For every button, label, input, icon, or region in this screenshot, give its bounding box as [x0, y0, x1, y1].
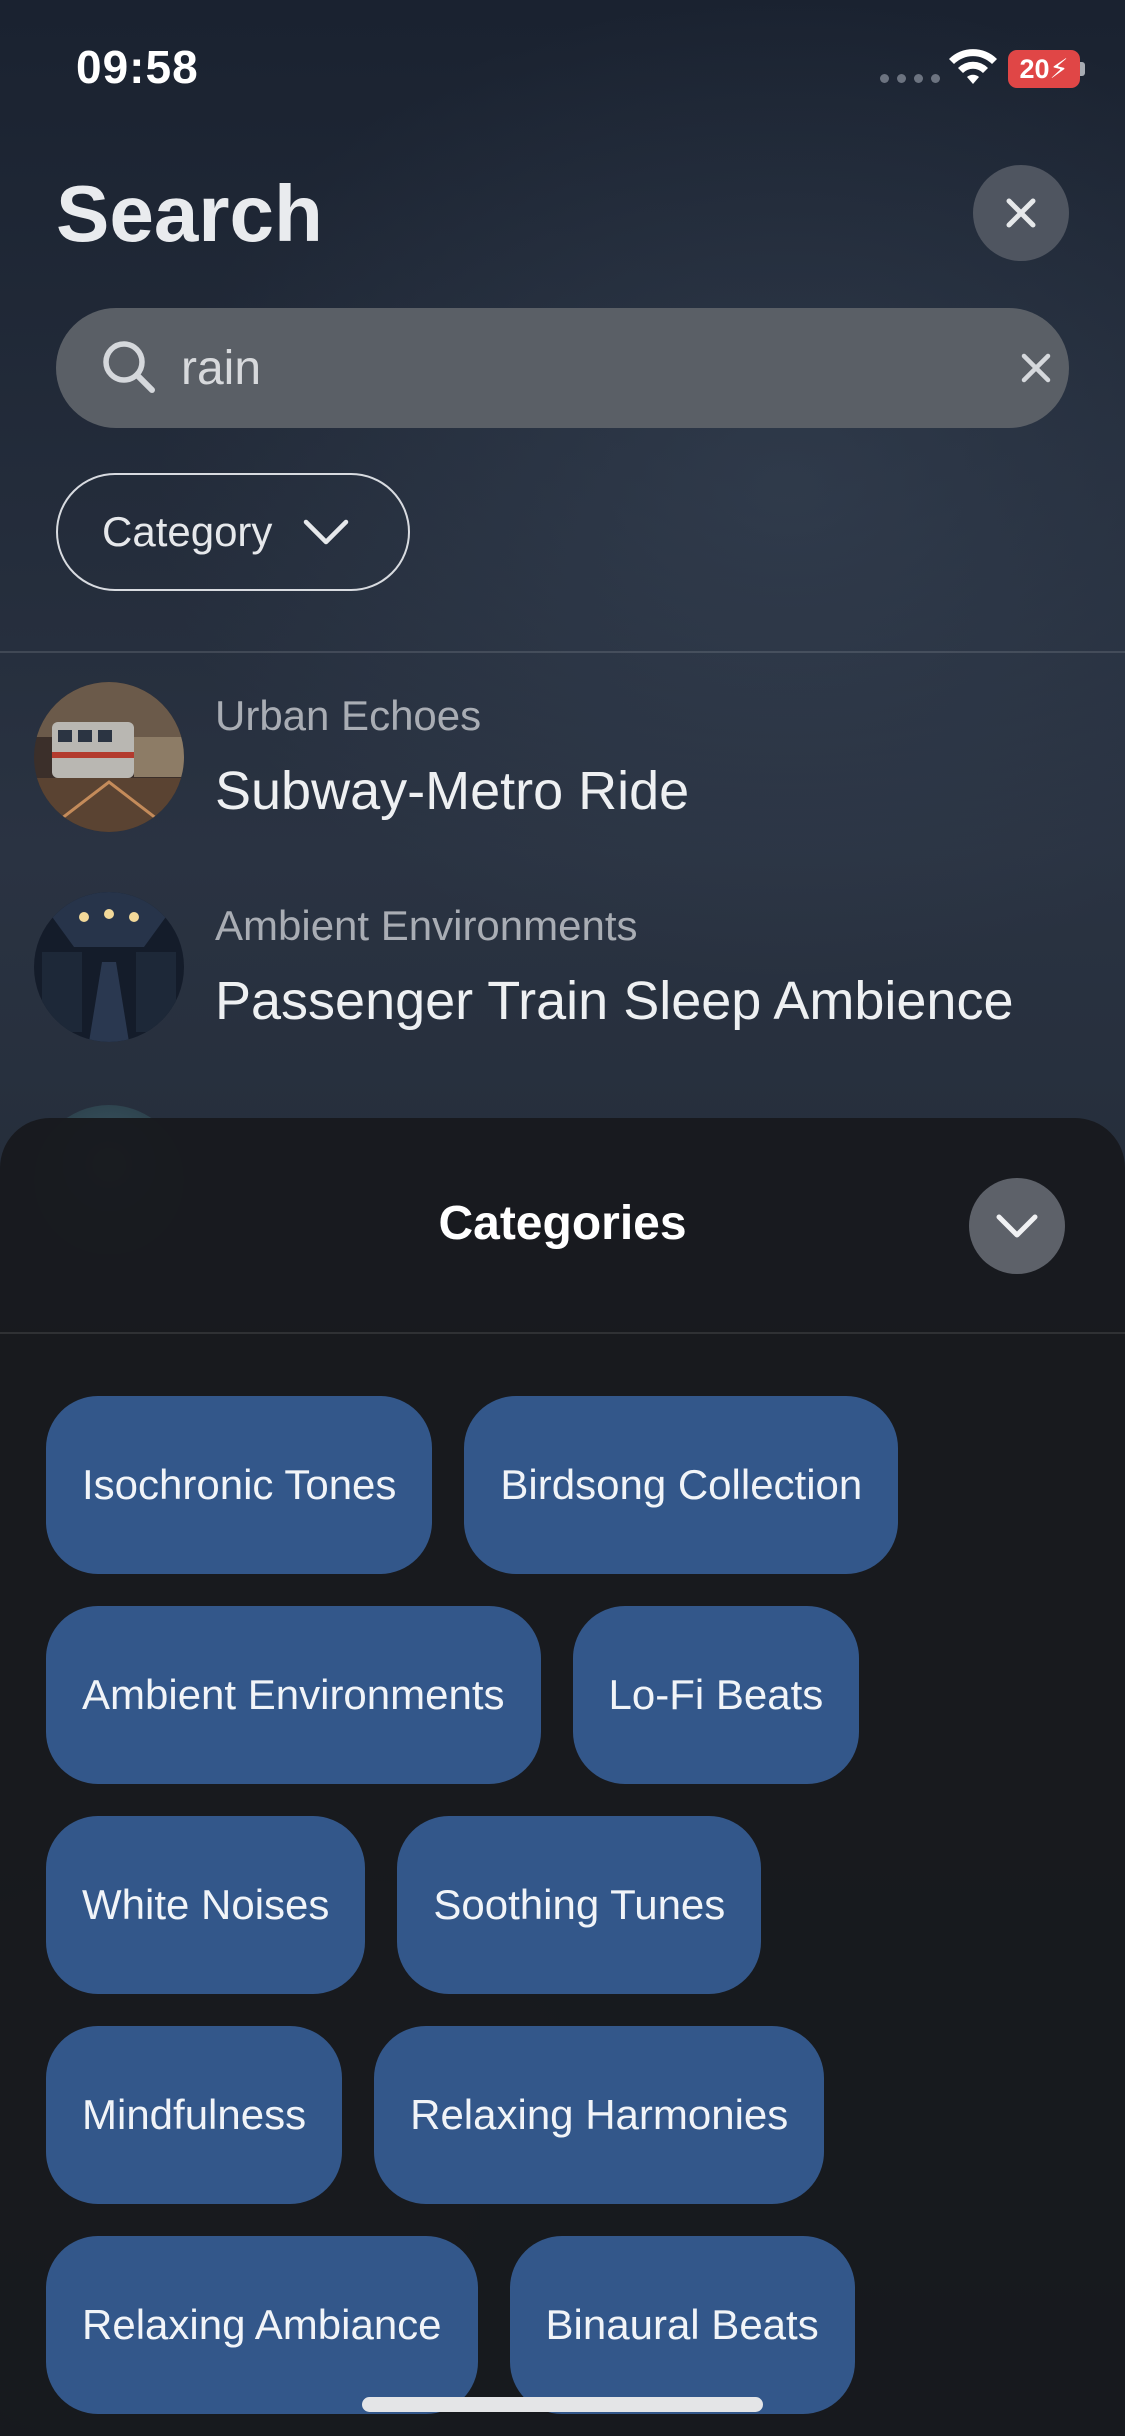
result-title: Subway-Metro Ride — [215, 761, 690, 821]
home-indicator[interactable] — [362, 2397, 763, 2412]
status-bar: 09:58 20 ⚡ — [0, 0, 1125, 130]
category-filter-label: Category — [102, 508, 273, 555]
battery-level: 20 — [1019, 53, 1050, 84]
wifi-icon — [949, 49, 997, 84]
page-title: Search — [56, 169, 323, 258]
category-pill[interactable]: White Noises — [46, 1816, 366, 1994]
category-pill[interactable]: Ambient Environments — [46, 1606, 541, 1784]
cellular-signal-icon — [880, 74, 940, 83]
header-divider — [0, 651, 1125, 653]
category-pill[interactable]: Birdsong Collection — [464, 1396, 899, 1574]
search-input[interactable] — [181, 330, 1001, 406]
sheet-title: Categories — [438, 1197, 687, 1250]
status-time: 09:58 — [76, 41, 199, 93]
chevron-down-icon — [304, 519, 349, 545]
result-title: Passenger Train Sleep Ambience — [215, 971, 1014, 1031]
category-pill[interactable]: Relaxing Harmonies — [374, 2026, 825, 2204]
category-pill-list: Isochronic Tones Birdsong Collection Amb… — [46, 1396, 1086, 2436]
battery-tip — [1080, 62, 1085, 76]
clear-search-icon[interactable] — [1016, 348, 1056, 388]
sheet-divider — [0, 1332, 1125, 1334]
category-pill[interactable]: Soothing Tunes — [397, 1816, 762, 1994]
search-bar[interactable] — [56, 308, 1069, 428]
category-pill[interactable]: Binaural Beats — [509, 2236, 855, 2414]
result-thumbnail — [34, 682, 184, 832]
category-pill[interactable]: Relaxing Ambiance — [46, 2236, 478, 2414]
close-icon — [1006, 198, 1036, 228]
result-category: Urban Echoes — [215, 692, 482, 739]
search-icon — [103, 341, 155, 393]
categories-sheet: Categories Isochronic Tones Birdsong Col… — [0, 1118, 1125, 2436]
category-pill[interactable]: Isochronic Tones — [46, 1396, 433, 1574]
result-thumbnail — [34, 892, 184, 1042]
category-pill[interactable]: Lo-Fi Beats — [572, 1606, 860, 1784]
category-filter-button[interactable]: Category — [56, 473, 410, 591]
result-item[interactable]: Urban Echoes Subway-Metro Ride — [0, 682, 1125, 882]
result-category: Ambient Environments — [215, 902, 638, 949]
category-pill[interactable]: Mindfulness — [46, 2026, 343, 2204]
collapse-sheet-button[interactable] — [969, 1178, 1065, 1274]
close-button[interactable] — [973, 165, 1069, 261]
result-item[interactable]: Ambient Environments Passenger Train Sle… — [0, 892, 1125, 1092]
battery-icon: 20 ⚡ — [1008, 50, 1080, 88]
chevron-down-icon — [996, 1214, 1038, 1238]
